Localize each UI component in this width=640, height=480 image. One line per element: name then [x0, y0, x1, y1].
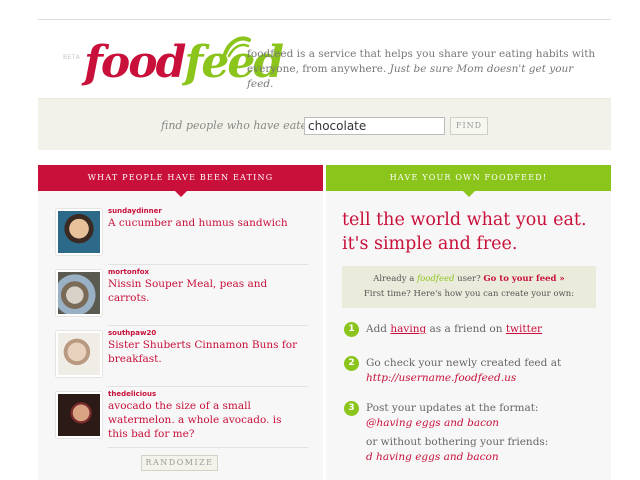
- feed-item: southpaw20 Sister Shuberts Cinnamon Buns…: [54, 329, 308, 387]
- first-time-line: First time? Here's how you can create yo…: [363, 289, 575, 299]
- recent-eating-title: WHAT PEOPLE HAVE BEEN EATING: [38, 165, 323, 191]
- feed-text: A cucumber and humus sandwich: [108, 217, 288, 229]
- search-input[interactable]: chocolate: [304, 117, 445, 135]
- site-tagline: foodfeed is a service that helps you sha…: [247, 47, 597, 92]
- step-2-desc: Go check your newly created feed at: [366, 357, 562, 369]
- site-header: BETA foodfeed foodfeed is a service that…: [38, 20, 611, 98]
- find-button[interactable]: FIND: [450, 117, 488, 135]
- signup-title: HAVE YOUR OWN FOODFEED!: [326, 165, 611, 191]
- step-2-text: Go check your newly created feed at http…: [366, 356, 606, 386]
- feed-item: thedelicious avocado the size of a small…: [54, 390, 308, 448]
- step-3-badge: 3: [344, 401, 359, 416]
- recent-eating-panel: WHAT PEOPLE HAVE BEEN EATING sundaydinne…: [38, 165, 323, 480]
- divider: [108, 325, 308, 326]
- step-2-badge: 2: [344, 356, 359, 371]
- search-bar: find people who have eaten chocolate FIN…: [38, 98, 611, 150]
- logo-food-text: food: [84, 37, 186, 88]
- step-3-alt: or without bothering your friends:: [366, 436, 549, 448]
- existing-user-line: Already a foodfeed user? Go to your feed…: [342, 272, 596, 287]
- twitter-link[interactable]: twitter: [506, 323, 542, 335]
- existing-user-box: Already a foodfeed user? Go to your feed…: [342, 266, 596, 308]
- go-to-feed-link[interactable]: Go to your feed »: [483, 274, 564, 284]
- randomize-button[interactable]: RANDOMIZE: [141, 455, 218, 471]
- feed-text: avocado the size of a small watermelon. …: [108, 400, 282, 440]
- feed-text: Sister Shuberts Cinnamon Buns for breakf…: [108, 339, 298, 365]
- feed-username[interactable]: sundaydinner: [108, 207, 162, 215]
- feed-item: sundaydinner A cucumber and humus sandwi…: [54, 207, 308, 265]
- step-1-badge: 1: [344, 322, 359, 337]
- avatar[interactable]: [56, 270, 102, 316]
- avatar[interactable]: [56, 331, 102, 377]
- step-3-example-2: d having eggs and bacon: [366, 451, 499, 463]
- search-label: find people who have eaten: [161, 119, 315, 132]
- step-1-text: Add having as a friend on twitter: [366, 322, 606, 337]
- beta-label: BETA: [63, 54, 81, 61]
- already-prefix: Already a: [373, 274, 415, 284]
- divider: [108, 447, 308, 448]
- feed-username[interactable]: thedelicious: [108, 390, 156, 398]
- already-brand: foodfeed: [416, 274, 455, 284]
- divider: [108, 264, 308, 265]
- step-3-example-1: @having eggs and bacon: [366, 417, 500, 429]
- feed-username[interactable]: southpaw20: [108, 329, 156, 337]
- step-3-text: Post your updates at the format: @having…: [366, 401, 606, 465]
- avatar[interactable]: [56, 209, 102, 255]
- having-link[interactable]: having: [390, 323, 426, 335]
- feed-username[interactable]: mortonfox: [108, 268, 149, 276]
- feed-url-link[interactable]: http://username.foodfeed.us: [366, 371, 606, 386]
- feed-text: Nissin Souper Meal, peas and carrots.: [108, 278, 268, 304]
- foodfeed-logo[interactable]: foodfeed: [84, 34, 284, 96]
- step-1-mid: as a friend on: [429, 323, 503, 335]
- feed-item: mortonfox Nissin Souper Meal, peas and c…: [54, 268, 308, 326]
- signup-headline: tell the world what you eat. it's simple…: [342, 210, 587, 254]
- caret-down-icon: [175, 191, 187, 197]
- step-1-add: Add: [366, 323, 388, 335]
- step-3-desc: Post your updates at the format:: [366, 402, 539, 414]
- caret-down-icon: [463, 191, 475, 197]
- divider: [108, 386, 308, 387]
- avatar[interactable]: [56, 392, 102, 438]
- already-suffix: user?: [457, 274, 481, 284]
- signup-panel: HAVE YOUR OWN FOODFEED! tell the world w…: [326, 165, 611, 480]
